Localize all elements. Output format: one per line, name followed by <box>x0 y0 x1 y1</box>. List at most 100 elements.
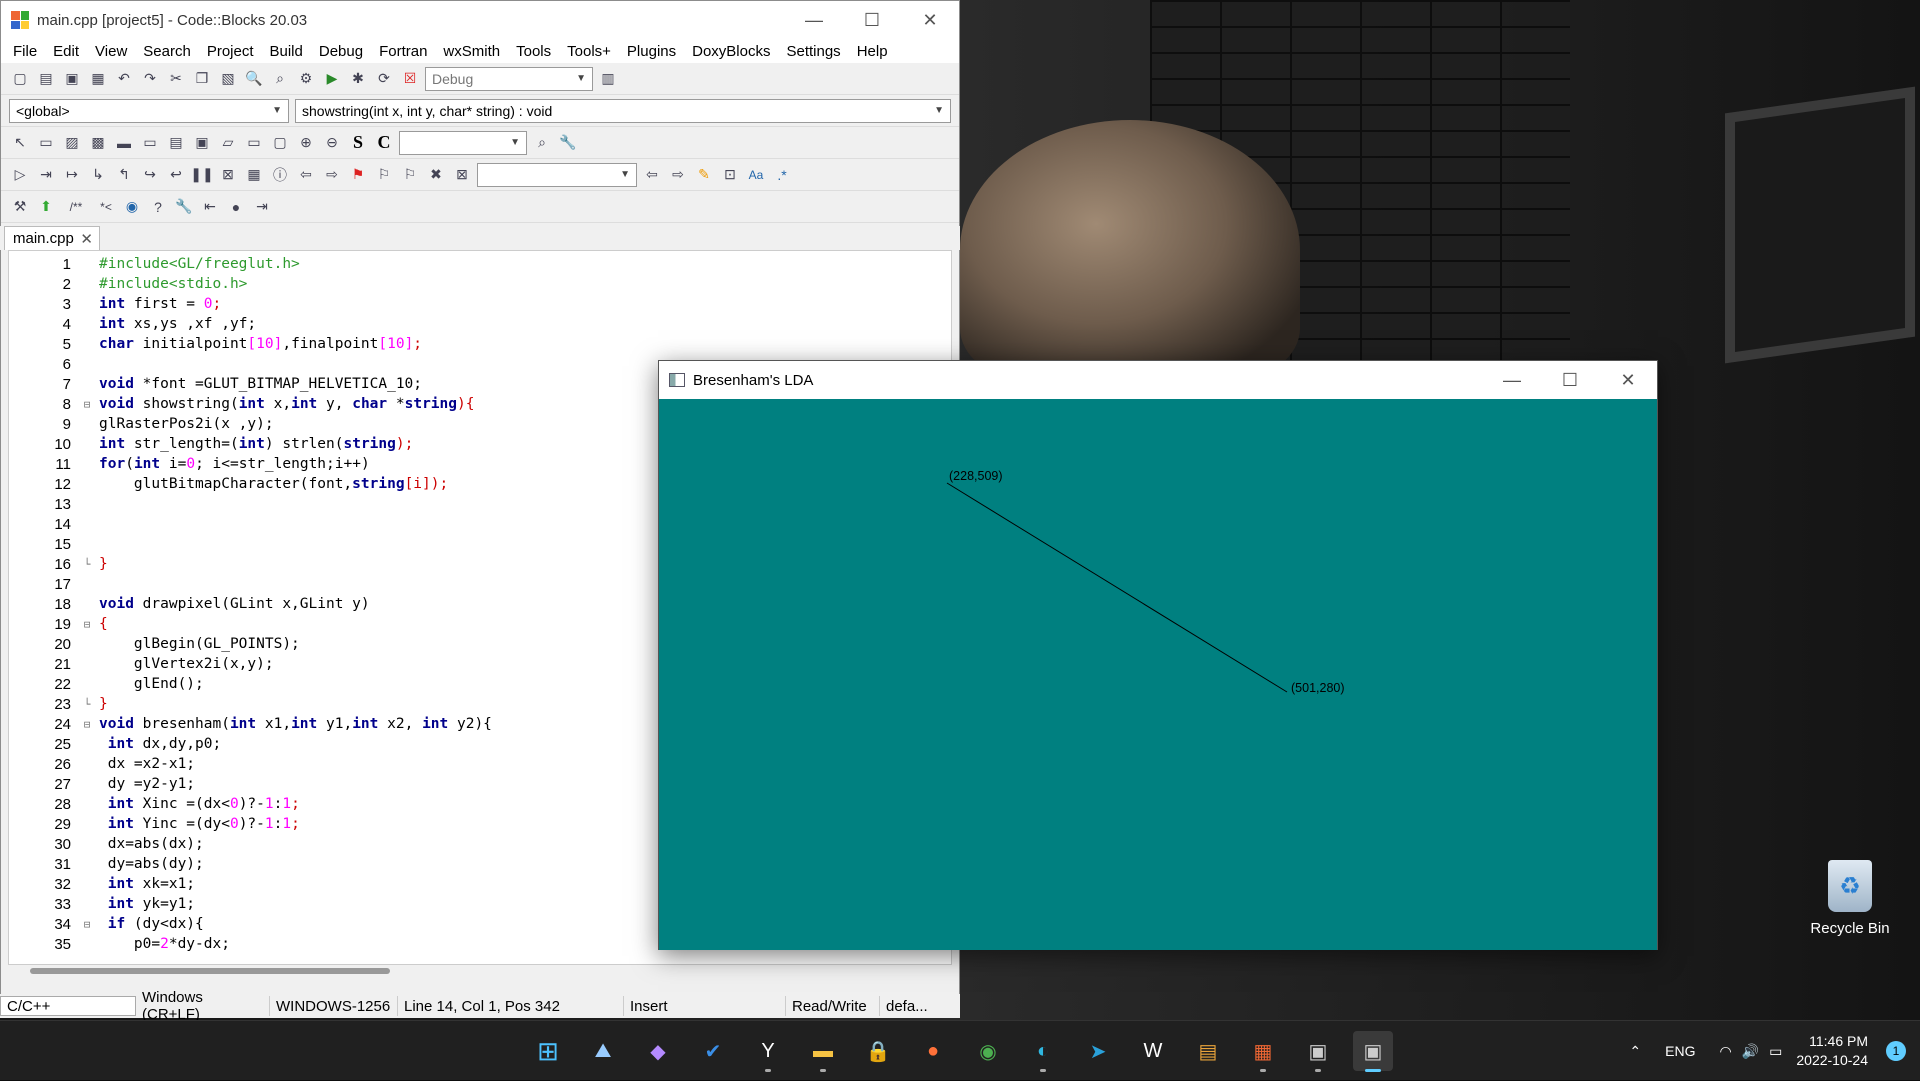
codeblocks-titlebar[interactable]: main.cpp [project5] - Code::Blocks 20.03… <box>1 1 959 39</box>
undo-icon[interactable]: ↶ <box>113 68 135 90</box>
menu-tools-plus[interactable]: Tools+ <box>559 43 619 60</box>
rebuild-icon[interactable]: ⟳ <box>373 68 395 90</box>
rect2-icon[interactable]: ▭ <box>243 132 265 154</box>
fold-marker-icon[interactable]: ⊟ <box>75 918 99 931</box>
fold-marker-icon[interactable]: └ <box>75 558 99 571</box>
menu-help[interactable]: Help <box>849 43 896 60</box>
next-instruction-icon[interactable]: ↪ <box>139 164 161 186</box>
close-icon[interactable]: ✕ <box>1599 370 1657 391</box>
panel-icon[interactable]: ▭ <box>35 132 57 154</box>
active-app-icon[interactable]: ▣ <box>1353 1031 1393 1072</box>
toggle-bookmark-icon[interactable]: ⚑ <box>347 164 369 186</box>
notification-badge[interactable]: 1 <box>1886 1041 1906 1061</box>
save-icon[interactable]: ▣ <box>61 68 83 90</box>
telegram-icon[interactable]: ➤ <box>1078 1031 1118 1071</box>
menu-file[interactable]: File <box>5 43 45 60</box>
step-out-icon[interactable]: ↰ <box>113 164 135 186</box>
abort-icon[interactable]: ☒ <box>399 68 421 90</box>
build-target-select[interactable]: Debug ▼ <box>425 66 593 91</box>
build-icon[interactable]: ⚙ <box>295 68 317 90</box>
find-next-icon[interactable]: ⇨ <box>667 164 689 186</box>
paste-icon[interactable]: ▧ <box>217 68 239 90</box>
language-indicator[interactable]: ENG <box>1665 1043 1695 1059</box>
find-prev-icon[interactable]: ⇦ <box>641 164 663 186</box>
copy-icon[interactable]: ❐ <box>191 68 213 90</box>
menu-wxsmith[interactable]: wxSmith <box>435 43 508 60</box>
html-icon[interactable]: ◉ <box>121 196 143 218</box>
task-monitor-icon[interactable]: ⛰ <box>583 1031 623 1071</box>
pointer-icon[interactable]: ↖ <box>9 132 31 154</box>
next-bookmark-icon[interactable]: ⇨ <box>321 164 343 186</box>
word-icon[interactable]: W <box>1133 1031 1173 1071</box>
sizer-icon[interactable]: ▨ <box>61 132 83 154</box>
line-comment-icon[interactable]: *< <box>95 196 117 218</box>
menu-tools[interactable]: Tools <box>508 43 559 60</box>
file-explorer-icon[interactable]: ▬ <box>803 1031 843 1072</box>
save-all-icon[interactable]: ▦ <box>87 68 109 90</box>
windows-start-icon[interactable]: ⊞ <box>528 1031 568 1071</box>
fold-marker-icon[interactable]: ⊟ <box>75 618 99 631</box>
clock[interactable]: 11:46 PM 2022-10-24 <box>1796 1032 1868 1070</box>
highlight-icon[interactable]: ✎ <box>693 164 715 186</box>
menu-fortran[interactable]: Fortran <box>371 43 435 60</box>
menu-doxyblocks[interactable]: DoxyBlocks <box>684 43 778 60</box>
menu-view[interactable]: View <box>87 43 135 60</box>
box3-icon[interactable]: ▤ <box>165 132 187 154</box>
step-into-icon[interactable]: ↳ <box>87 164 109 186</box>
preview-icon[interactable]: ⌕ <box>531 132 553 154</box>
menu-plugins[interactable]: Plugins <box>619 43 684 60</box>
fold-marker-icon[interactable]: ⊟ <box>75 398 99 411</box>
prev-bookmark-icon[interactable]: ⇦ <box>295 164 317 186</box>
scope-select[interactable]: <global> ▼ <box>9 98 289 123</box>
match-case-icon[interactable]: Aa <box>745 164 767 186</box>
box2-icon[interactable]: ▭ <box>139 132 161 154</box>
menu-edit[interactable]: Edit <box>45 43 87 60</box>
zoom-out-icon[interactable]: ⊖ <box>321 132 343 154</box>
find-icon[interactable]: 🔍 <box>243 68 265 90</box>
config-icon[interactable]: 🔧 <box>173 196 195 218</box>
opengl-titlebar[interactable]: Bresenham's LDA — ☐ ✕ <box>659 361 1657 399</box>
opengl-canvas[interactable]: (228,509) (501,280) <box>659 399 1657 950</box>
selected-text-icon[interactable]: ⊡ <box>719 164 741 186</box>
firefox-icon[interactable]: ● <box>913 1031 953 1071</box>
box4-icon[interactable]: ▣ <box>191 132 213 154</box>
step-instruction-icon[interactable]: ↩ <box>165 164 187 186</box>
visual-studio-icon[interactable]: ◆ <box>638 1031 678 1071</box>
chm-icon[interactable]: ? <box>147 196 169 218</box>
zoom-in-icon[interactable]: ⊕ <box>295 132 317 154</box>
horizontal-scrollbar[interactable] <box>30 968 390 974</box>
maximize-icon[interactable]: ☐ <box>1541 370 1599 391</box>
goto-end-icon[interactable]: ⇥ <box>251 196 273 218</box>
s-icon[interactable]: S <box>347 132 369 154</box>
extract-icon[interactable]: ⬆ <box>35 196 57 218</box>
fold-marker-icon[interactable]: ⊟ <box>75 718 99 731</box>
close-icon[interactable]: ✕ <box>80 230 93 248</box>
chevron-up-icon[interactable]: ⌃ <box>1629 1043 1641 1060</box>
menu-debug[interactable]: Debug <box>311 43 371 60</box>
prev-bm-icon[interactable]: ⚐ <box>373 164 395 186</box>
redo-icon[interactable]: ↷ <box>139 68 161 90</box>
menu-build[interactable]: Build <box>262 43 311 60</box>
pause-icon[interactable]: ❚❚ <box>190 164 213 186</box>
volume-icon[interactable]: 🔊 <box>1742 1043 1759 1060</box>
stop-icon[interactable]: ⊠ <box>217 164 239 186</box>
open-icon[interactable]: ▤ <box>35 68 57 90</box>
menu-search[interactable]: Search <box>135 43 199 60</box>
replace-icon[interactable]: ⌕ <box>269 68 291 90</box>
search-input[interactable]: ▼ <box>477 162 637 187</box>
run-to-cursor-icon[interactable]: ⇥ <box>35 164 57 186</box>
minimize-icon[interactable]: — <box>785 10 843 31</box>
c-icon[interactable]: C <box>373 132 395 154</box>
next-line-icon[interactable]: ↦ <box>61 164 83 186</box>
box-icon[interactable]: ▬ <box>113 132 135 154</box>
next-bm-icon[interactable]: ⚐ <box>399 164 421 186</box>
codeblocks-icon[interactable]: ▦ <box>1243 1031 1283 1072</box>
vpn-icon[interactable]: 🔒 <box>858 1031 898 1071</box>
build-run-icon[interactable]: ✱ <box>347 68 369 90</box>
menu-project[interactable]: Project <box>199 43 262 60</box>
minimize-icon[interactable]: — <box>1483 370 1541 391</box>
wifi-icon[interactable]: ◠ <box>1719 1043 1731 1060</box>
debug-windows-icon[interactable]: ▦ <box>243 164 265 186</box>
todo-icon[interactable]: ✔ <box>693 1031 733 1071</box>
grid-icon[interactable]: ▩ <box>87 132 109 154</box>
